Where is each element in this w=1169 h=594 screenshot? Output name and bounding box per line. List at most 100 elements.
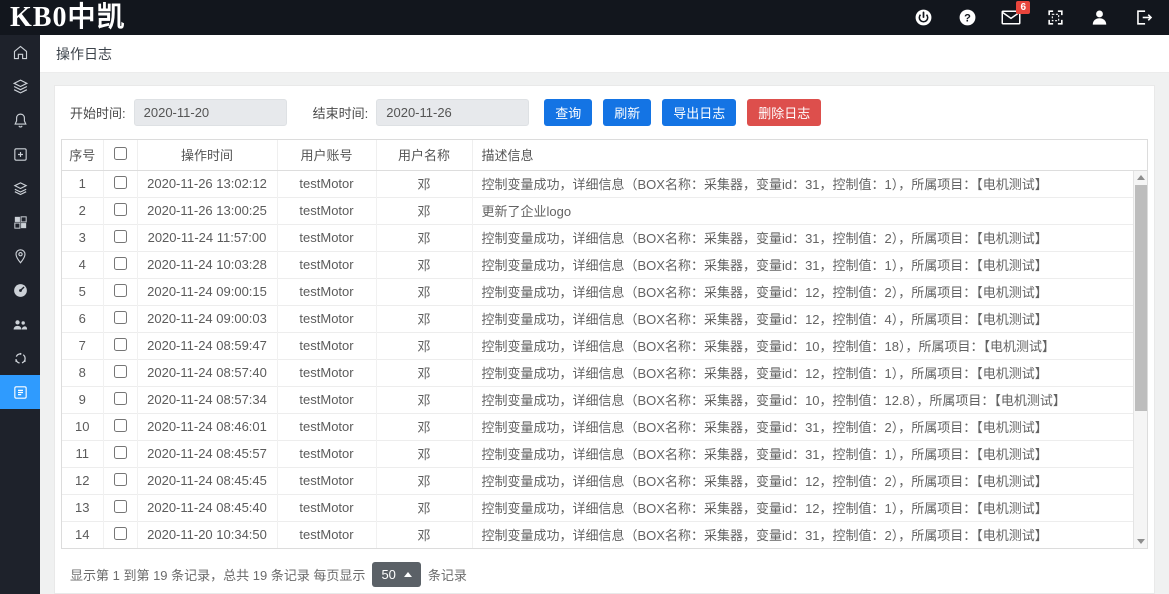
sidebar-item-sync[interactable] [0, 341, 40, 375]
cell-index: 11 [62, 440, 103, 467]
cell-username: 邓 [376, 224, 472, 251]
filter-buttons: 查询 刷新 导出日志 删除日志 [544, 99, 821, 126]
cell-select [103, 305, 137, 332]
cell-index: 4 [62, 251, 103, 278]
start-time-input[interactable] [134, 99, 287, 126]
query-button[interactable]: 查询 [544, 99, 592, 126]
cell-description: 更新了企业logo [472, 197, 1147, 224]
row-checkbox[interactable] [114, 500, 127, 513]
sidebar-item-notifications[interactable] [0, 103, 40, 137]
row-checkbox[interactable] [114, 284, 127, 297]
sidebar-item-location[interactable] [0, 239, 40, 273]
sidebar-item-dashboard[interactable] [0, 273, 40, 307]
cell-description: 控制变量成功，详细信息（BOX名称：采集器，变量id：12，控制值：1），所属项… [472, 359, 1147, 386]
brand-logo: KB0中凯 [10, 1, 125, 34]
cell-description: 控制变量成功，详细信息（BOX名称：采集器，变量id：31，控制值：2），所属项… [472, 521, 1147, 548]
page-header: 操作日志 [40, 35, 1169, 73]
power-icon[interactable] [913, 8, 933, 28]
table-row: 92020-11-24 08:57:34testMotor邓控制变量成功，详细信… [62, 386, 1147, 413]
column-header-index: 序号 [62, 140, 103, 170]
sidebar-item-modules[interactable] [0, 205, 40, 239]
table-row: 122020-11-24 08:45:45testMotor邓控制变量成功，详细… [62, 467, 1147, 494]
row-checkbox[interactable] [114, 419, 127, 432]
row-checkbox[interactable] [114, 176, 127, 189]
row-checkbox[interactable] [114, 311, 127, 324]
page-size-value: 50 [381, 567, 395, 582]
cell-username: 邓 [376, 305, 472, 332]
cell-username: 邓 [376, 494, 472, 521]
cell-select [103, 359, 137, 386]
mail-icon[interactable]: 6 [1001, 8, 1021, 28]
fullscreen-icon[interactable] [1045, 8, 1065, 28]
refresh-button[interactable]: 刷新 [603, 99, 651, 126]
log-table-wrap: 序号 操作时间 用户账号 用户名称 描述信息 12020-11-26 13:02… [61, 139, 1148, 549]
scrollbar-thumb[interactable] [1135, 185, 1147, 411]
cell-account: testMotor [277, 467, 376, 494]
logout-icon[interactable] [1133, 8, 1153, 28]
cell-index: 6 [62, 305, 103, 332]
column-header-username: 用户名称 [376, 140, 472, 170]
cell-username: 邓 [376, 170, 472, 197]
caret-up-icon [404, 572, 412, 577]
cell-account: testMotor [277, 494, 376, 521]
navbar-actions: ? 6 [913, 8, 1153, 28]
sidebar-item-stack[interactable] [0, 171, 40, 205]
cell-select [103, 413, 137, 440]
cell-index: 12 [62, 467, 103, 494]
cell-description: 控制变量成功，详细信息（BOX名称：采集器，变量id：12，控制值：2），所属项… [472, 467, 1147, 494]
row-checkbox[interactable] [114, 338, 127, 351]
scrollbar-down-arrow[interactable] [1134, 535, 1147, 548]
cell-description: 控制变量成功，详细信息（BOX名称：采集器，变量id：10，控制值：12.8），… [472, 386, 1147, 413]
cell-time: 2020-11-24 08:57:34 [137, 386, 277, 413]
sidebar-item-home[interactable] [0, 35, 40, 69]
cell-username: 邓 [376, 332, 472, 359]
export-log-button[interactable]: 导出日志 [662, 99, 736, 126]
row-checkbox[interactable] [114, 527, 127, 540]
row-checkbox[interactable] [114, 230, 127, 243]
table-row: 42020-11-24 10:03:28testMotor邓控制变量成功，详细信… [62, 251, 1147, 278]
user-icon[interactable] [1089, 8, 1109, 28]
cell-time: 2020-11-24 08:45:40 [137, 494, 277, 521]
pagination-summary: 显示第 1 到第 19 条记录，总共 19 条记录 每页显示 [70, 565, 365, 584]
cell-account: testMotor [277, 386, 376, 413]
mail-badge: 6 [1016, 1, 1030, 14]
scrollbar-up-arrow[interactable] [1134, 171, 1147, 184]
row-checkbox[interactable] [114, 392, 127, 405]
table-row: 8 2020-11-24 08:57:40testMotor邓控制变量成功，详细信… [62, 359, 1147, 386]
log-table-body: 12020-11-26 13:02:12testMotor邓控制变量成功，详细信… [62, 170, 1147, 548]
cell-username: 邓 [376, 521, 472, 548]
end-time-label: 结束时间: [313, 103, 369, 122]
help-icon[interactable]: ? [957, 8, 977, 28]
table-scrollbar[interactable] [1133, 171, 1147, 548]
cell-select [103, 467, 137, 494]
column-header-time: 操作时间 [137, 140, 277, 170]
end-time-input[interactable] [376, 99, 529, 126]
cell-time: 2020-11-26 13:02:12 [137, 170, 277, 197]
row-checkbox[interactable] [114, 257, 127, 270]
cell-index: 8 [62, 359, 103, 386]
cell-username: 邓 [376, 359, 472, 386]
cell-time: 2020-11-24 08:57:40 [137, 359, 277, 386]
cell-account: testMotor [277, 359, 376, 386]
top-navbar: KB0中凯 ? 6 [0, 0, 1169, 35]
row-checkbox[interactable] [114, 365, 127, 378]
sidebar-item-operation-log[interactable] [0, 375, 40, 409]
select-all-checkbox[interactable] [114, 147, 127, 160]
cell-index: 9 [62, 386, 103, 413]
page-size-selector[interactable]: 50 [372, 562, 420, 587]
row-checkbox[interactable] [114, 203, 127, 216]
sidebar-item-users[interactable] [0, 307, 40, 341]
cell-time: 2020-11-24 08:45:57 [137, 440, 277, 467]
cell-select [103, 170, 137, 197]
cell-select [103, 521, 137, 548]
sidebar-item-layers[interactable] [0, 69, 40, 103]
sidebar-item-add-project[interactable] [0, 137, 40, 171]
row-checkbox[interactable] [114, 473, 127, 486]
cell-index: 3 [62, 224, 103, 251]
cell-account: testMotor [277, 224, 376, 251]
app-root: KB0中凯 ? 6 [0, 0, 1169, 594]
delete-log-button[interactable]: 删除日志 [747, 99, 821, 126]
cell-username: 邓 [376, 278, 472, 305]
row-checkbox[interactable] [114, 446, 127, 459]
cell-account: testMotor [277, 413, 376, 440]
